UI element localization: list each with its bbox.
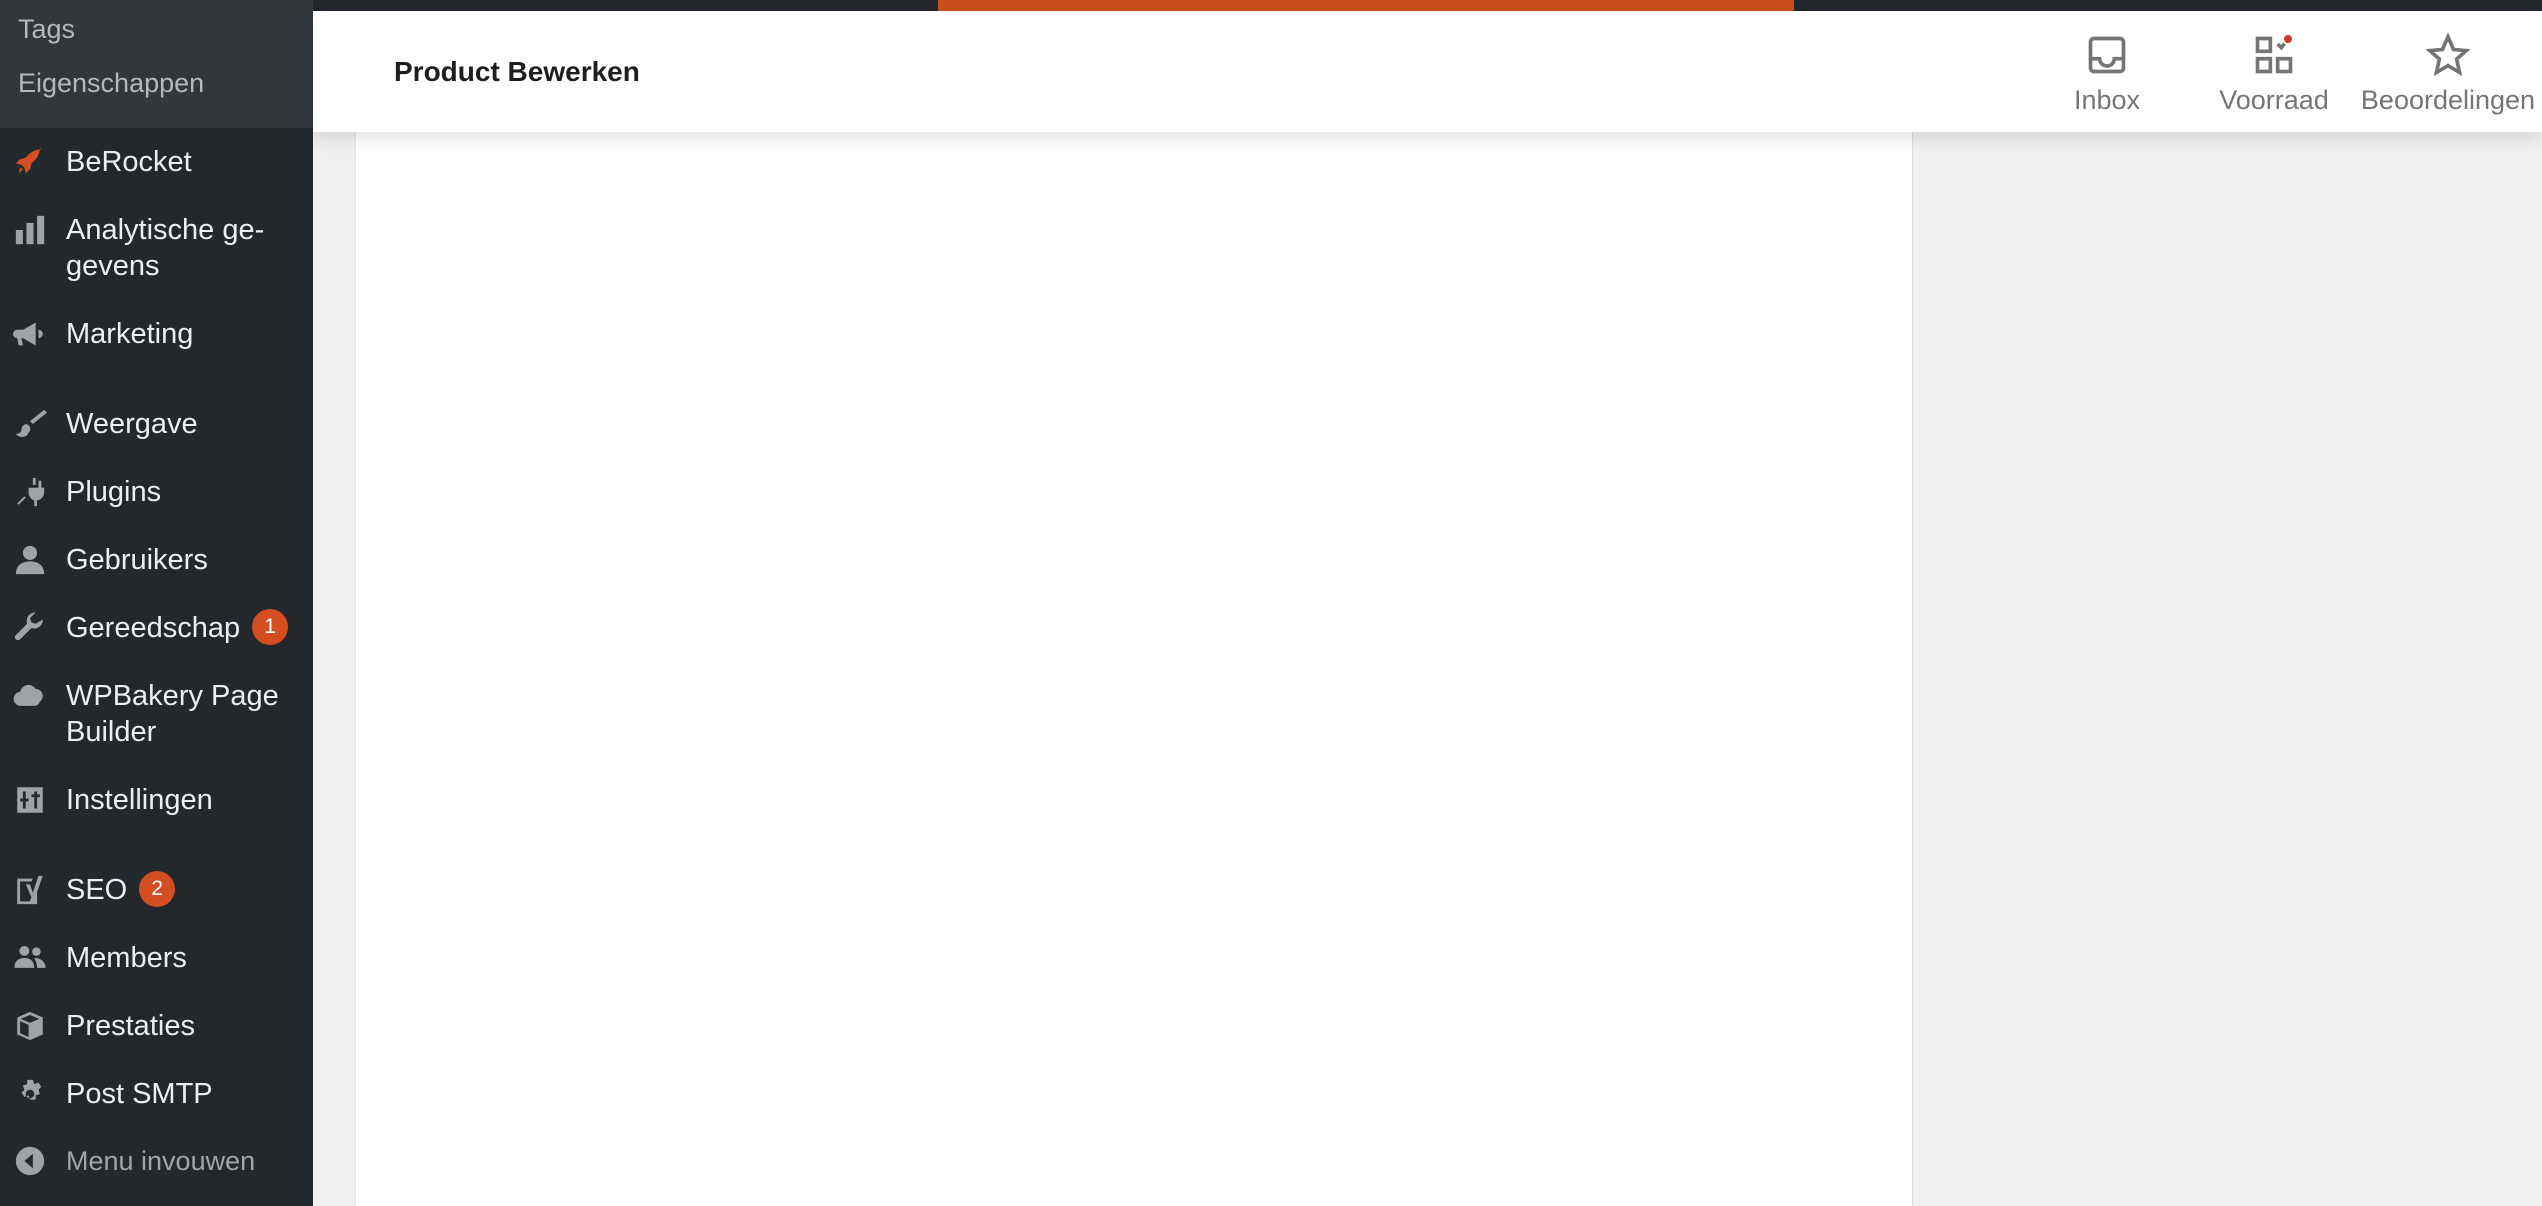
cloud-icon [12,678,48,714]
bar-chart-icon [12,212,48,248]
admin-sidebar: Tags Eigenschappen BeRocket Analytische … [0,0,313,1206]
update-count-badge: 1 [252,609,289,646]
inbox-label: Inbox [2073,85,2141,115]
wrench-icon [12,610,48,646]
sidebar-item-label: SEO [66,874,128,906]
inbox-icon [2085,33,2129,77]
sliders-icon [12,782,48,818]
submenu-item-eigenschappen[interactable]: Eigenschappen [18,68,204,99]
yoast-icon [12,872,48,908]
notification-dot [2282,33,2294,45]
loading-progress-bar [938,0,1794,11]
user-icon [12,542,48,578]
megaphone-icon [12,316,48,352]
beoordelingen-label: Beoordelingen [2360,85,2536,115]
seo-notification-badge: 2 [139,871,176,908]
box-icon [12,1008,48,1044]
page-title: Product Bewerken [394,56,640,87]
star-icon [2425,32,2471,77]
sidebar-panel-area [1913,132,2542,1206]
submenu-products: Tags Eigenschappen [0,0,313,128]
paintbrush-icon [12,406,48,442]
editor-content-panel [355,132,1913,1206]
collapse-arrow-icon [12,1143,48,1179]
voorraad-label: Voorraad [2219,85,2329,115]
page-header: Product Bewerken Inbox Voorraad Beoordel… [313,11,2542,132]
users-group-icon [12,940,48,976]
submenu-item-tags[interactable]: Tags [18,14,75,45]
top-toolbar-strip [313,0,2542,11]
inventory-icon [2252,33,2296,77]
inbox-button[interactable]: Inbox [2057,33,2157,116]
rocket-icon [12,144,48,180]
plug-icon [12,474,48,510]
beoordelingen-button[interactable]: Beoordelingen [2353,32,2542,116]
sidebar-item-label: Gereedschap [66,612,241,644]
gear-icon [12,1076,48,1112]
voorraad-button[interactable]: Voorraad [2189,33,2359,116]
